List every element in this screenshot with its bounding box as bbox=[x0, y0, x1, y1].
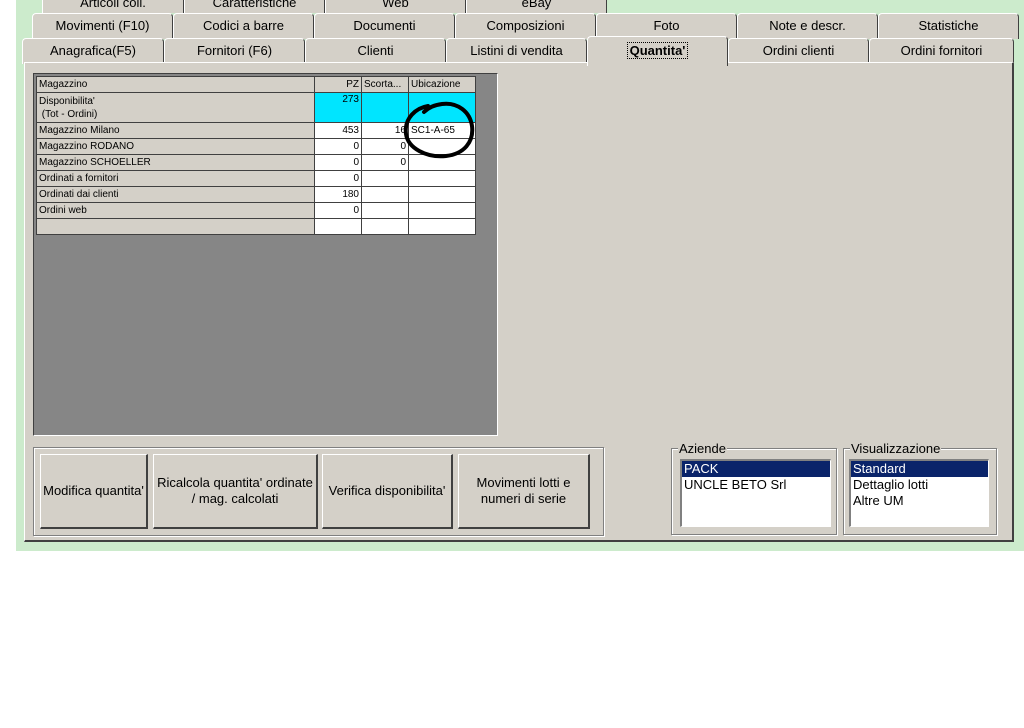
row-label: Ordinati dai clienti bbox=[36, 186, 315, 203]
table-row[interactable] bbox=[36, 218, 476, 235]
cell-scorta[interactable] bbox=[361, 170, 409, 187]
cell-ubicazione[interactable] bbox=[408, 218, 476, 235]
tab-ordini-clienti[interactable]: Ordini clienti bbox=[728, 38, 869, 64]
tab-note-e-descr[interactable]: Note e descr. bbox=[737, 13, 878, 39]
list-item[interactable]: Altre UM bbox=[851, 493, 988, 509]
col-magazzino[interactable]: Magazzino bbox=[36, 76, 315, 93]
cell-ubicazione[interactable] bbox=[408, 92, 476, 123]
cell-pz[interactable]: 0 bbox=[314, 170, 362, 187]
cell-pz[interactable]: 0 bbox=[314, 202, 362, 219]
tab-codici-a-barre[interactable]: Codici a barre bbox=[173, 13, 314, 39]
cell-scorta[interactable]: 0 bbox=[361, 154, 409, 171]
tab-fornitori[interactable]: Fornitori (F6) bbox=[164, 38, 305, 64]
row-label: Ordinati a fornitori bbox=[36, 170, 315, 187]
col-scorta[interactable]: Scorta... bbox=[361, 76, 409, 93]
table-row[interactable]: Ordinati dai clienti 180 bbox=[36, 186, 476, 203]
table-row[interactable]: Disponibilita' (Tot - Ordini) 273 bbox=[36, 92, 476, 123]
list-item[interactable]: Standard bbox=[851, 461, 988, 477]
row-label bbox=[36, 218, 315, 235]
table-row[interactable]: Magazzino Milano 453 16 SC1-A-65 bbox=[36, 122, 476, 139]
cell-ubicazione[interactable]: SC1-A-65 bbox=[408, 122, 476, 139]
list-item[interactable]: Dettaglio lotti bbox=[851, 477, 988, 493]
cell-ubicazione[interactable] bbox=[408, 154, 476, 171]
row-label-line2: (Tot - Ordini) bbox=[39, 108, 98, 120]
ricalcola-quantita-button[interactable]: Ricalcola quantita' ordinate / mag. calc… bbox=[153, 454, 318, 529]
cell-scorta[interactable] bbox=[361, 186, 409, 203]
row-label: Magazzino SCHOELLER bbox=[36, 154, 315, 171]
table-row[interactable]: Magazzino SCHOELLER 0 0 bbox=[36, 154, 476, 171]
tab-composizioni[interactable]: Composizioni bbox=[455, 13, 596, 39]
tab-listini-di-vendita[interactable]: Listini di vendita bbox=[446, 38, 587, 64]
quantity-grid: Magazzino PZ Scorta... Ubicazione Dispon… bbox=[33, 73, 498, 436]
tab-documenti[interactable]: Documenti bbox=[314, 13, 455, 39]
tab-articoli-coll[interactable]: Articoli coll. bbox=[42, 0, 184, 13]
tab-web[interactable]: Web bbox=[325, 0, 466, 13]
tab-quantita[interactable]: Quantita' bbox=[587, 36, 728, 66]
cell-ubicazione[interactable] bbox=[408, 202, 476, 219]
list-item[interactable]: UNCLE BETO Srl bbox=[682, 477, 830, 493]
tab-quantita-label: Quantita' bbox=[626, 42, 689, 59]
cell-pz[interactable] bbox=[314, 218, 362, 235]
quantity-table: Magazzino PZ Scorta... Ubicazione Dispon… bbox=[36, 76, 476, 235]
tab-anagrafica[interactable]: Anagrafica(F5) bbox=[22, 38, 164, 64]
tab-clienti[interactable]: Clienti bbox=[305, 38, 446, 64]
tab-caratteristiche[interactable]: Caratteristiche bbox=[184, 0, 325, 13]
modifica-quantita-button[interactable]: Modifica quantita' bbox=[40, 454, 148, 529]
verifica-disponibilita-button[interactable]: Verifica disponibilita' bbox=[322, 454, 453, 529]
aziende-label: Aziende bbox=[678, 441, 727, 456]
visualizzazione-label: Visualizzazione bbox=[850, 441, 942, 456]
row-label: Disponibilita' (Tot - Ordini) bbox=[36, 92, 315, 123]
row-label: Magazzino RODANO bbox=[36, 138, 315, 155]
tab-ebay[interactable]: eBay bbox=[466, 0, 607, 13]
movimenti-lotti-button[interactable]: Movimenti lotti e numeri di serie bbox=[458, 454, 590, 529]
table-row[interactable]: Ordinati a fornitori 0 bbox=[36, 170, 476, 187]
cell-pz[interactable]: 273 bbox=[314, 92, 362, 123]
cell-scorta[interactable] bbox=[361, 202, 409, 219]
col-pz[interactable]: PZ bbox=[314, 76, 362, 93]
cell-scorta[interactable] bbox=[361, 92, 409, 123]
cell-pz[interactable]: 0 bbox=[314, 154, 362, 171]
table-row[interactable]: Magazzino RODANO 0 0 bbox=[36, 138, 476, 155]
list-item[interactable]: PACK bbox=[682, 461, 830, 477]
table-row[interactable]: Ordini web 0 bbox=[36, 202, 476, 219]
row-label: Ordini web bbox=[36, 202, 315, 219]
row-label: Magazzino Milano bbox=[36, 122, 315, 139]
cell-scorta[interactable] bbox=[361, 218, 409, 235]
cell-pz[interactable]: 0 bbox=[314, 138, 362, 155]
table-header-row: Magazzino PZ Scorta... Ubicazione bbox=[36, 76, 476, 93]
tab-ordini-fornitori[interactable]: Ordini fornitori bbox=[869, 38, 1014, 64]
visualizzazione-listbox[interactable]: Standard Dettaglio lotti Altre UM bbox=[849, 459, 989, 527]
cell-scorta[interactable]: 0 bbox=[361, 138, 409, 155]
row-label-line1: Disponibilita' bbox=[39, 95, 95, 107]
cell-ubicazione[interactable] bbox=[408, 170, 476, 187]
cell-pz[interactable]: 453 bbox=[314, 122, 362, 139]
cell-pz[interactable]: 180 bbox=[314, 186, 362, 203]
cell-scorta[interactable]: 16 bbox=[361, 122, 409, 139]
tab-statistiche[interactable]: Statistiche bbox=[878, 13, 1019, 39]
tab-movimenti[interactable]: Movimenti (F10) bbox=[32, 13, 173, 39]
aziende-listbox[interactable]: PACK UNCLE BETO Srl bbox=[680, 459, 831, 527]
cell-ubicazione[interactable] bbox=[408, 186, 476, 203]
col-ubicazione[interactable]: Ubicazione bbox=[408, 76, 476, 93]
cell-ubicazione[interactable] bbox=[408, 138, 476, 155]
